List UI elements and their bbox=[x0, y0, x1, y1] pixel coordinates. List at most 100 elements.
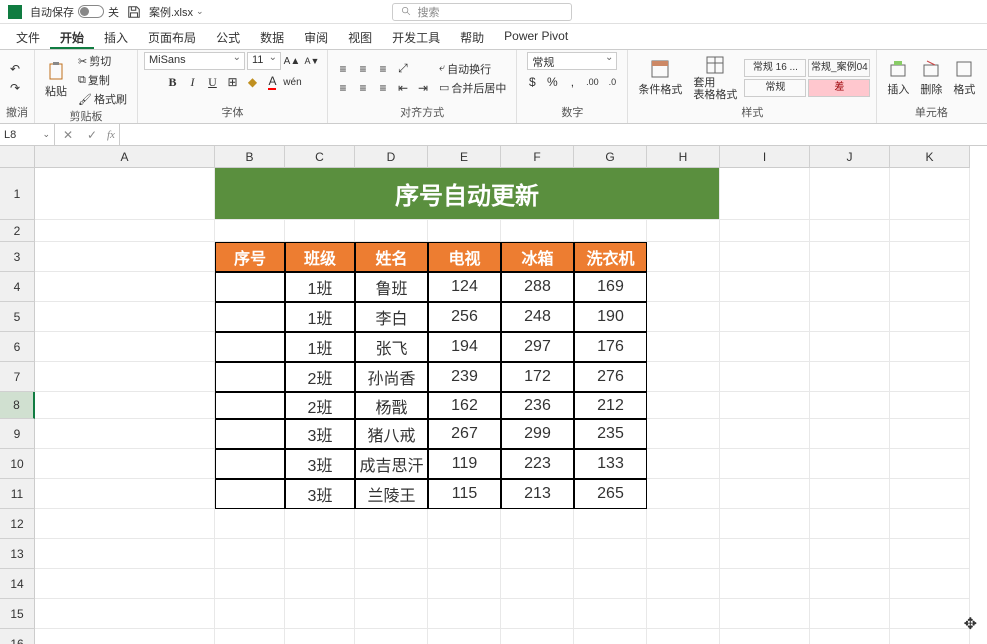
cell-C15[interactable] bbox=[285, 599, 355, 629]
redo-button[interactable]: ↷ bbox=[6, 79, 24, 97]
table-cell[interactable]: 297 bbox=[501, 332, 574, 362]
cell-J14[interactable] bbox=[810, 569, 890, 599]
table-cell[interactable]: 169 bbox=[574, 272, 647, 302]
col-header-D[interactable]: D bbox=[355, 146, 428, 168]
cell-K12[interactable] bbox=[890, 509, 970, 539]
cell-J16[interactable] bbox=[810, 629, 890, 644]
row-header-13[interactable]: 13 bbox=[0, 539, 35, 569]
table-cell[interactable]: 172 bbox=[501, 362, 574, 392]
cell-K10[interactable] bbox=[890, 449, 970, 479]
tab-开始[interactable]: 开始 bbox=[50, 24, 94, 49]
align-center-button[interactable]: ≡ bbox=[354, 79, 372, 97]
cell-J12[interactable] bbox=[810, 509, 890, 539]
cell-D16[interactable] bbox=[355, 629, 428, 644]
increase-decimal-button[interactable]: .00 bbox=[583, 73, 601, 91]
cell-F13[interactable] bbox=[501, 539, 574, 569]
cell-H5[interactable] bbox=[647, 302, 720, 332]
cell-A6[interactable] bbox=[35, 332, 215, 362]
row-header-5[interactable]: 5 bbox=[0, 302, 35, 332]
table-cell[interactable] bbox=[215, 302, 285, 332]
cell-A16[interactable] bbox=[35, 629, 215, 644]
table-cell[interactable]: 1班 bbox=[285, 332, 355, 362]
phonetic-button[interactable]: wén bbox=[283, 73, 301, 91]
row-header-15[interactable]: 15 bbox=[0, 599, 35, 629]
align-bottom-button[interactable]: ≡ bbox=[374, 60, 392, 78]
table-cell[interactable]: 115 bbox=[428, 479, 501, 509]
table-cell[interactable]: 256 bbox=[428, 302, 501, 332]
tab-插入[interactable]: 插入 bbox=[94, 24, 138, 49]
col-header-G[interactable]: G bbox=[574, 146, 647, 168]
table-cell[interactable] bbox=[215, 479, 285, 509]
cell-I11[interactable] bbox=[720, 479, 810, 509]
tab-公式[interactable]: 公式 bbox=[206, 24, 250, 49]
row-header-2[interactable]: 2 bbox=[0, 220, 35, 242]
cell-A2[interactable] bbox=[35, 220, 215, 242]
cell-style-bad[interactable]: 差 bbox=[808, 79, 870, 97]
underline-button[interactable]: U bbox=[203, 73, 221, 91]
table-cell[interactable]: 276 bbox=[574, 362, 647, 392]
col-header-I[interactable]: I bbox=[720, 146, 810, 168]
border-button[interactable]: ⊞ bbox=[223, 73, 241, 91]
conditional-format-button[interactable]: 条件格式 bbox=[634, 57, 686, 99]
cell-J10[interactable] bbox=[810, 449, 890, 479]
filename-dropdown[interactable]: 案例.xlsx ⌄ bbox=[149, 4, 204, 20]
cancel-formula-button[interactable]: ✕ bbox=[59, 126, 77, 144]
cell-H16[interactable] bbox=[647, 629, 720, 644]
table-cell[interactable]: 223 bbox=[501, 449, 574, 479]
col-header-K[interactable]: K bbox=[890, 146, 970, 168]
percent-button[interactable]: % bbox=[543, 73, 561, 91]
fx-button[interactable]: fx bbox=[107, 129, 115, 141]
cell-H14[interactable] bbox=[647, 569, 720, 599]
tab-视图[interactable]: 视图 bbox=[338, 24, 382, 49]
tab-文件[interactable]: 文件 bbox=[6, 24, 50, 49]
tab-审阅[interactable]: 审阅 bbox=[294, 24, 338, 49]
cell-K11[interactable] bbox=[890, 479, 970, 509]
cell-I9[interactable] bbox=[720, 419, 810, 449]
cell-E15[interactable] bbox=[428, 599, 501, 629]
table-cell[interactable]: 248 bbox=[501, 302, 574, 332]
fill-color-button[interactable]: ◆ bbox=[243, 73, 261, 91]
merge-center-button[interactable]: ▭ 合并后居中 bbox=[435, 79, 510, 97]
cell-D2[interactable] bbox=[355, 220, 428, 242]
cell-A15[interactable] bbox=[35, 599, 215, 629]
cell-J4[interactable] bbox=[810, 272, 890, 302]
cell-K14[interactable] bbox=[890, 569, 970, 599]
cell-A11[interactable] bbox=[35, 479, 215, 509]
row-header-1[interactable]: 1 bbox=[0, 168, 35, 220]
confirm-formula-button[interactable]: ✓ bbox=[83, 126, 101, 144]
cell-C2[interactable] bbox=[285, 220, 355, 242]
cell-B14[interactable] bbox=[215, 569, 285, 599]
row-header-6[interactable]: 6 bbox=[0, 332, 35, 362]
paste-button[interactable]: 粘贴 bbox=[41, 59, 71, 101]
cell-H3[interactable] bbox=[647, 242, 720, 272]
font-family-dropdown[interactable]: MiSans bbox=[144, 52, 245, 70]
autosave-toggle[interactable]: 自动保存 关 bbox=[30, 4, 119, 20]
cell-F14[interactable] bbox=[501, 569, 574, 599]
cell-K2[interactable] bbox=[890, 220, 970, 242]
tab-数据[interactable]: 数据 bbox=[250, 24, 294, 49]
cell-D15[interactable] bbox=[355, 599, 428, 629]
cell-H11[interactable] bbox=[647, 479, 720, 509]
cell-A14[interactable] bbox=[35, 569, 215, 599]
cell-D12[interactable] bbox=[355, 509, 428, 539]
cell-K13[interactable] bbox=[890, 539, 970, 569]
row-header-12[interactable]: 12 bbox=[0, 509, 35, 539]
table-cell[interactable]: 213 bbox=[501, 479, 574, 509]
table-cell[interactable] bbox=[215, 362, 285, 392]
align-left-button[interactable]: ≡ bbox=[334, 79, 352, 97]
table-header[interactable]: 洗衣机 bbox=[574, 242, 647, 272]
table-cell[interactable]: 成吉思汗 bbox=[355, 449, 428, 479]
delete-cells-button[interactable]: 删除 bbox=[916, 57, 946, 99]
cell-A10[interactable] bbox=[35, 449, 215, 479]
align-right-button[interactable]: ≡ bbox=[374, 79, 392, 97]
cell-I12[interactable] bbox=[720, 509, 810, 539]
table-cell[interactable]: 孙尚香 bbox=[355, 362, 428, 392]
number-format-dropdown[interactable]: 常规 bbox=[527, 52, 617, 70]
cell-J9[interactable] bbox=[810, 419, 890, 449]
cell-I6[interactable] bbox=[720, 332, 810, 362]
table-header[interactable]: 序号 bbox=[215, 242, 285, 272]
row-header-10[interactable]: 10 bbox=[0, 449, 35, 479]
cell-K6[interactable] bbox=[890, 332, 970, 362]
cell-C12[interactable] bbox=[285, 509, 355, 539]
row-header-7[interactable]: 7 bbox=[0, 362, 35, 392]
